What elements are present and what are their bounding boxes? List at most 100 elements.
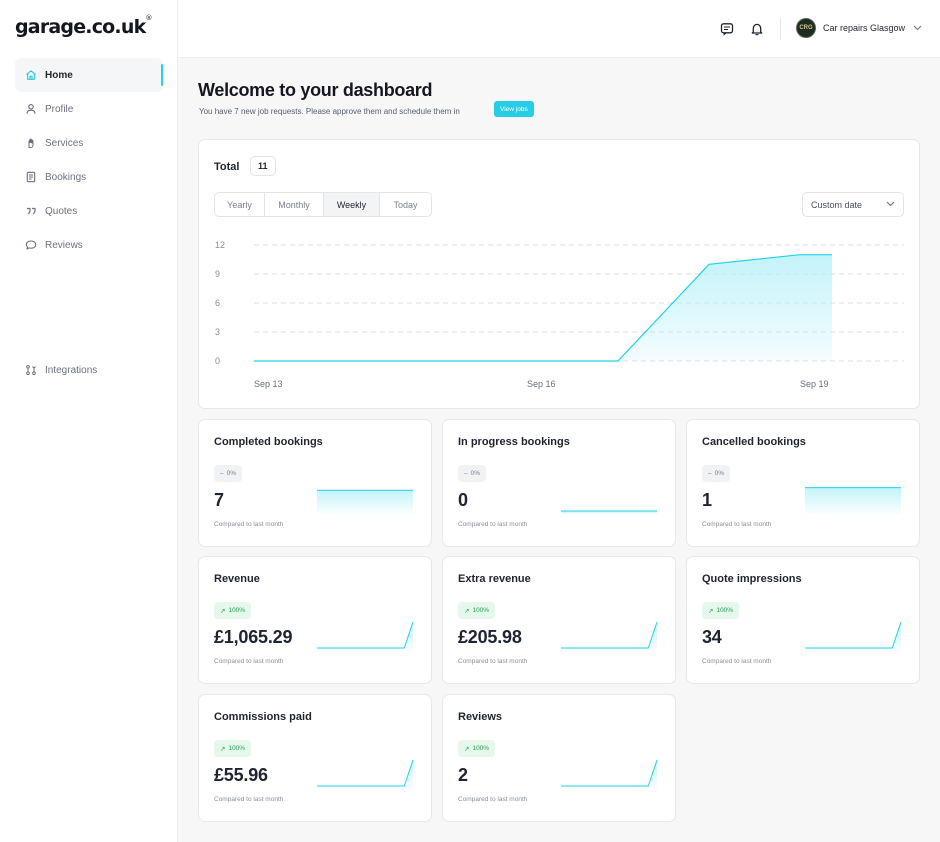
arrow-up-right-icon: ↗ <box>464 745 470 753</box>
stat-card-cancelled-bookings: Cancelled bookings –0% 1 Compared to las… <box>686 419 920 547</box>
stat-value: 34 <box>702 627 722 647</box>
quote-icon <box>25 205 37 217</box>
stat-change-value: 100% <box>716 607 734 614</box>
stat-compare-text: Compared to last month <box>214 658 284 665</box>
stat-change-value: 0% <box>226 470 237 477</box>
tab-today[interactable]: Today <box>380 193 431 216</box>
logo-mark: ® <box>145 14 152 22</box>
y-tick-label: 9 <box>215 269 220 279</box>
stat-sparkline <box>317 489 413 514</box>
sidebar-nav: Home Profile Services Bookings Quotes Re… <box>15 58 163 262</box>
chat-bubble-icon <box>25 239 37 251</box>
sparkline-line <box>317 759 414 787</box>
total-area-chart: 0 3 6 9 12 Sep 13 Sep 16 Sep 19 <box>215 240 904 389</box>
stat-compare-text: Compared to last month <box>458 658 528 665</box>
stat-title: In progress bookings <box>458 436 570 448</box>
sparkline-area <box>317 760 413 789</box>
profile-menu[interactable]: CRG Car repairs Glasgow <box>796 18 922 38</box>
sparkline-area <box>805 622 901 651</box>
sidebar-integrations: Integrations <box>15 353 163 387</box>
sidebar-item-services[interactable]: Services <box>15 126 163 160</box>
sidebar-item-label: Profile <box>45 103 74 115</box>
stat-card-quote-impressions: Quote impressions ↗ 100% 34 Compared to l… <box>686 556 920 684</box>
sparkline-area <box>805 487 901 514</box>
sparkline-line <box>561 621 658 649</box>
stat-change-badge: ↗ 100% <box>702 602 740 619</box>
dash-icon: – <box>464 470 468 477</box>
arrow-up-right-icon: ↗ <box>708 607 714 615</box>
tab-monthly[interactable]: Monthly <box>265 193 324 216</box>
dash-icon: – <box>708 470 712 477</box>
sparkline-line <box>317 621 414 649</box>
sidebar-item-label: Reviews <box>45 239 83 251</box>
stat-sparkline <box>805 621 902 651</box>
stat-change-badge: ↗ 100% <box>214 740 252 757</box>
chevron-down-icon <box>886 201 895 207</box>
stat-sparkline <box>317 759 414 789</box>
tab-yearly[interactable]: Yearly <box>215 193 265 216</box>
y-tick-label: 6 <box>215 298 220 308</box>
welcome-subtitle: You have 7 new job requests. Please appr… <box>199 107 460 116</box>
arrow-up-right-icon: ↗ <box>220 607 226 615</box>
logo[interactable]: garage.co.uk® <box>15 14 152 38</box>
stat-change-badge: ↗ 100% <box>214 602 252 619</box>
total-chart-card: Total 11 Yearly Monthly Weekly Today Cus… <box>198 139 920 409</box>
series-area <box>254 254 832 361</box>
sidebar-item-label: Integrations <box>45 364 98 376</box>
view-jobs-button[interactable]: View jobs <box>494 101 534 117</box>
stat-title: Commissions paid <box>214 711 312 723</box>
stat-card-commissions-paid: Commissions paid ↗ 100% £55.96 Compared t… <box>198 694 432 822</box>
stat-compare-text: Compared to last month <box>214 521 284 528</box>
stat-compare-text: Compared to last month <box>458 521 528 528</box>
stat-sparkline <box>805 487 901 514</box>
stat-title: Completed bookings <box>214 436 323 448</box>
stat-sparkline <box>561 621 658 651</box>
logo-text: garage.co.uk <box>15 16 146 38</box>
sidebar-item-quotes[interactable]: Quotes <box>15 194 163 228</box>
sparkline-area <box>317 490 413 514</box>
home-icon <box>25 69 37 81</box>
messages-icon[interactable] <box>719 21 735 37</box>
stat-compare-text: Compared to last month <box>458 796 528 803</box>
stat-compare-text: Compared to last month <box>702 521 772 528</box>
page-title: Welcome to your dashboard <box>198 80 433 100</box>
x-tick-label: Sep 13 <box>254 379 283 389</box>
y-tick-label: 0 <box>215 356 220 366</box>
sparkline-line <box>805 621 902 649</box>
bell-icon[interactable] <box>749 21 765 37</box>
sidebar-item-bookings[interactable]: Bookings <box>15 160 163 194</box>
tab-weekly[interactable]: Weekly <box>324 193 380 216</box>
stat-change-badge: ↗ 100% <box>458 740 496 757</box>
stat-card-extra-revenue: Extra revenue ↗ 100% £205.98 Compared to … <box>442 556 676 684</box>
avatar: CRG <box>796 18 816 38</box>
stat-value: 1 <box>702 490 712 510</box>
y-tick-label: 12 <box>215 240 225 250</box>
stat-title: Cancelled bookings <box>702 436 806 448</box>
hand-icon <box>25 137 37 149</box>
stat-value: 2 <box>458 765 468 785</box>
stat-value: £205.98 <box>458 627 522 647</box>
topbar-divider <box>780 18 781 40</box>
stat-card-revenue: Revenue ↗ 100% £1,065.29 Compared to last… <box>198 556 432 684</box>
stat-sparkline <box>561 759 658 789</box>
sidebar-item-home[interactable]: Home <box>15 58 163 92</box>
sidebar-item-reviews[interactable]: Reviews <box>15 228 163 262</box>
stat-change-badge: ↗ 100% <box>458 602 496 619</box>
sparkline-area <box>561 622 657 651</box>
stat-change-badge: –0% <box>214 465 243 482</box>
document-icon <box>25 171 37 183</box>
arrow-up-right-icon: ↗ <box>220 745 226 753</box>
dash-icon: – <box>220 470 224 477</box>
y-tick-label: 3 <box>215 327 220 337</box>
sidebar-item-integrations[interactable]: Integrations <box>15 353 163 387</box>
stat-sparkline <box>561 510 657 514</box>
stat-title: Extra revenue <box>458 573 531 585</box>
custom-date-select[interactable]: Custom date <box>802 192 904 217</box>
sidebar-item-label: Quotes <box>45 205 78 217</box>
sidebar-item-profile[interactable]: Profile <box>15 92 163 126</box>
stat-value: 7 <box>214 490 224 510</box>
stat-compare-text: Compared to last month <box>214 796 284 803</box>
stat-title: Reviews <box>458 711 503 723</box>
sidebar-item-label: Services <box>45 137 84 149</box>
stat-compare-text: Compared to last month <box>702 658 772 665</box>
